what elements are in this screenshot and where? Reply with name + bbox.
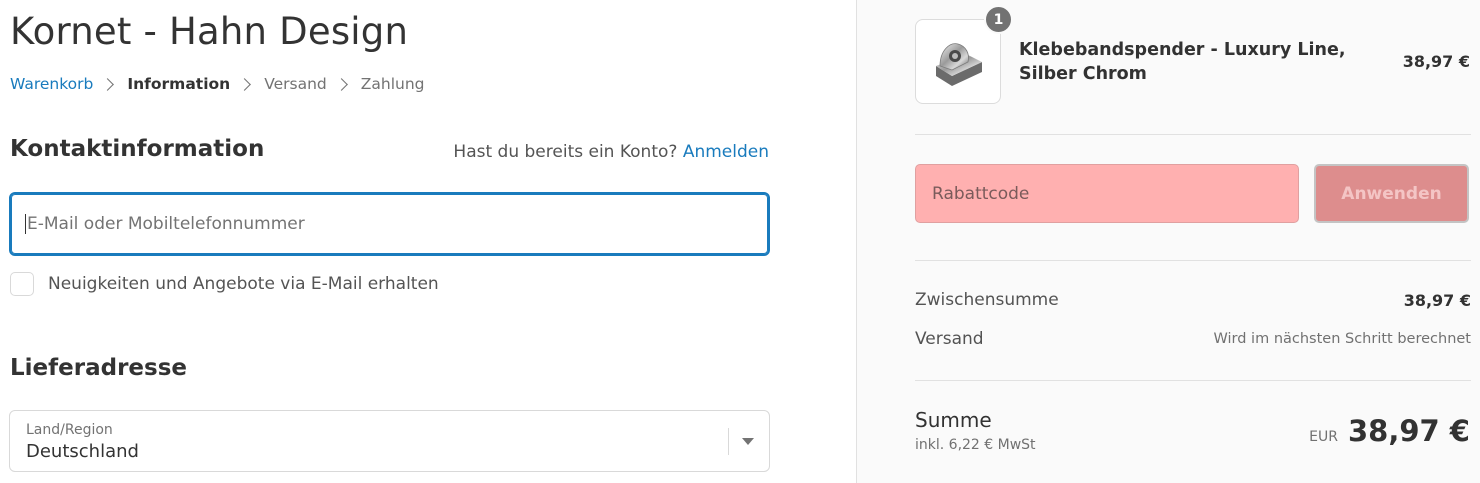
- shipping-row: Versand Wird im nächsten Schritt berechn…: [915, 329, 1471, 349]
- chevron-right-icon: [334, 77, 348, 91]
- chevron-down-icon[interactable]: [742, 438, 754, 445]
- subtotal-value: 38,97 €: [1403, 290, 1471, 310]
- tape-dispenser-icon: [936, 42, 982, 86]
- shipping-value: Wird im nächsten Schritt berechnet: [1213, 331, 1471, 347]
- shop-title[interactable]: Kornet - Hahn Design: [10, 10, 408, 53]
- newsletter-checkbox[interactable]: [10, 272, 34, 296]
- country-label: Land/Region: [26, 422, 113, 438]
- total-amount-group: EUR 38,97 €: [1309, 414, 1470, 448]
- discount-input[interactable]: [932, 183, 1292, 204]
- chevron-right-icon: [238, 77, 252, 91]
- select-divider: [728, 428, 729, 455]
- discount-field[interactable]: [915, 164, 1299, 223]
- product-price: 38,97 €: [1402, 52, 1470, 71]
- product-name: Klebebandspender - Luxury Line, Silber C…: [1019, 40, 1346, 84]
- subtotal-row: Zwischensumme 38,97 €: [915, 290, 1471, 310]
- newsletter-option[interactable]: Neuigkeiten und Angebote via E-Mail erha…: [10, 272, 439, 296]
- breadcrumb-information: Information: [127, 75, 231, 93]
- email-input[interactable]: [27, 214, 727, 234]
- total-amount: 38,97 €: [1347, 414, 1470, 448]
- email-field[interactable]: [9, 192, 770, 256]
- tax-note: inkl. 6,22 € MwSt: [915, 437, 1036, 453]
- divider: [915, 134, 1471, 135]
- breadcrumb-cart[interactable]: Warenkorb: [10, 75, 93, 93]
- total-label: Summe: [915, 408, 992, 432]
- quantity-badge: 1: [984, 5, 1013, 34]
- currency-code: EUR: [1309, 429, 1338, 445]
- checkout-main: Kornet - Hahn Design Warenkorb Informati…: [0, 0, 856, 483]
- login-link[interactable]: Anmelden: [683, 142, 769, 162]
- divider: [915, 380, 1471, 381]
- subtotal-label: Zwischensumme: [915, 290, 1059, 310]
- breadcrumb-shipping: Versand: [264, 75, 327, 93]
- country-value: Deutschland: [26, 441, 139, 462]
- breadcrumb-payment: Zahlung: [360, 75, 425, 93]
- shipping-section-title: Lieferadresse: [10, 355, 187, 381]
- apply-discount-button[interactable]: Anwenden: [1314, 164, 1469, 223]
- newsletter-label: Neuigkeiten und Angebote via E-Mail erha…: [48, 274, 439, 294]
- chevron-right-icon: [101, 77, 115, 91]
- login-prompt: Hast du bereits ein Konto?: [453, 142, 678, 162]
- product-thumbnail: [915, 19, 1001, 104]
- text-cursor: [25, 214, 26, 234]
- contact-section-title: Kontaktinformation: [10, 136, 265, 162]
- login-hint: Hast du bereits ein Konto? Anmelden: [453, 142, 769, 162]
- country-select[interactable]: Land/Region Deutschland: [9, 410, 770, 472]
- divider: [915, 260, 1471, 261]
- shipping-label: Versand: [915, 329, 984, 349]
- order-summary: 1 Klebebandspender - Luxury Line, Silber…: [856, 0, 1480, 483]
- breadcrumb: Warenkorb Information Versand Zahlung: [10, 75, 424, 93]
